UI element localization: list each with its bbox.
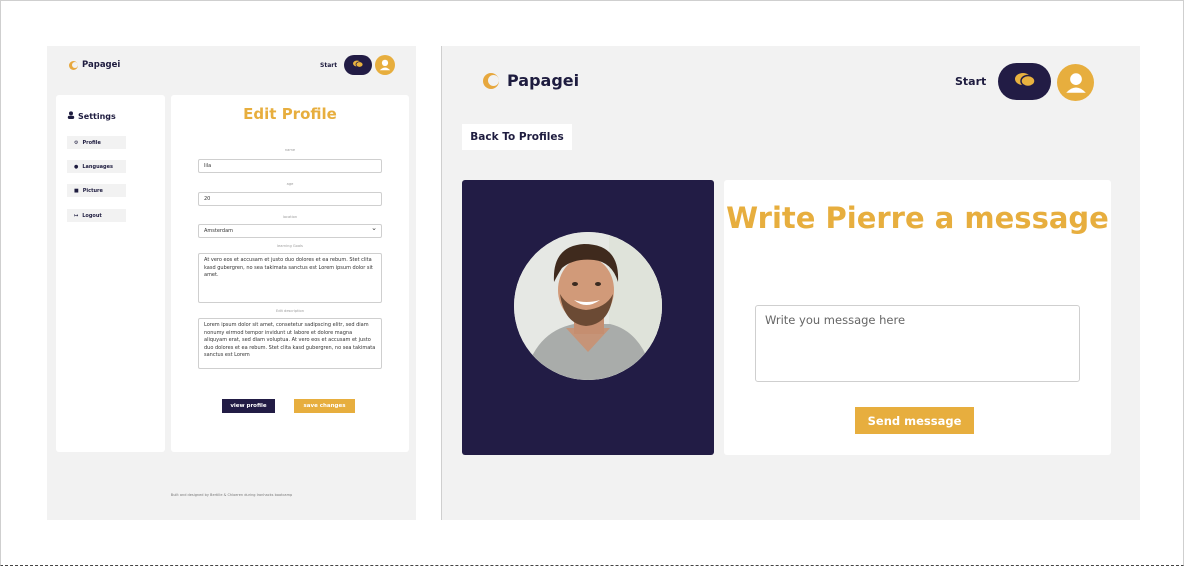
settings-title: Settings [67, 111, 116, 121]
chat-bubbles-icon [353, 60, 364, 70]
chat-bubbles-icon [1014, 72, 1036, 91]
name-label: name [284, 148, 296, 152]
name-field[interactable]: lila [198, 159, 382, 173]
sidebar-item-label: Profile [82, 139, 101, 146]
view-profile-button[interactable]: view profile [222, 399, 275, 413]
sidebar-item-profile[interactable]: ⚙ Profile [67, 136, 126, 149]
age-field[interactable]: 20 [198, 192, 382, 206]
edit-description-label: Edit description [275, 309, 305, 313]
age-label: age [286, 182, 294, 186]
edit-description-textarea[interactable]: Lorem ipsum dolor sit amet, consetetur s… [198, 318, 382, 369]
sidebar-item-label: Languages [82, 163, 113, 170]
brand-logo[interactable]: Papagei [483, 71, 579, 90]
sidebar-item-languages[interactable]: ● Languages [67, 160, 126, 173]
footer-credits: Built and designed by Bertille & Chloere… [170, 493, 293, 497]
save-changes-button[interactable]: save changes [294, 399, 355, 413]
user-avatar-icon[interactable] [375, 55, 395, 75]
learning-goals-label: learning Goals [277, 244, 303, 248]
screenshot-frame: Papagei Start Settings ⚙ Profile ● Langu… [0, 0, 1184, 566]
sidebar-item-label: Picture [82, 187, 103, 194]
sidebar-item-label: Logout [82, 212, 102, 219]
user-icon [67, 111, 75, 121]
camera-icon: ■ [74, 187, 79, 194]
chat-bubbles-icon: ● [74, 163, 79, 170]
nav-start-link[interactable]: Start [320, 62, 337, 69]
sidebar-item-picture[interactable]: ■ Picture [67, 184, 126, 197]
brand-name: Papagei [82, 60, 121, 70]
send-message-button[interactable]: Send message [855, 407, 974, 434]
message-input[interactable] [755, 305, 1080, 382]
brand-logo[interactable]: Papagei [69, 60, 120, 70]
brand-name: Papagei [507, 71, 580, 90]
chat-button[interactable] [998, 63, 1051, 100]
profile-photo [514, 232, 662, 380]
user-avatar-icon[interactable] [1057, 64, 1094, 101]
back-to-profiles-button[interactable]: Back To Profiles [462, 124, 572, 150]
sidebar-item-logout[interactable]: ↦ Logout [67, 209, 126, 222]
write-message-page: Papagei Start Back To Profiles Write Pie… [442, 46, 1140, 520]
page-title: Edit Profile [243, 105, 337, 123]
logout-icon: ↦ [74, 212, 79, 219]
message-card: Write Pierre a message Send message [724, 180, 1111, 455]
edit-profile-form: Edit Profile name lila age 20 location A… [171, 95, 409, 452]
chat-button[interactable] [344, 55, 372, 75]
gear-icon: ⚙ [74, 139, 79, 146]
location-select[interactable]: Amsterdam [198, 224, 382, 238]
profile-photo-card [462, 180, 714, 455]
parrot-logo-icon [69, 60, 78, 70]
edit-profile-page: Papagei Start Settings ⚙ Profile ● Langu… [47, 46, 416, 520]
nav-start-link[interactable]: Start [955, 75, 986, 88]
settings-title-text: Settings [78, 111, 116, 121]
parrot-logo-icon [483, 72, 499, 89]
location-label: location [282, 215, 298, 219]
settings-sidebar: Settings ⚙ Profile ● Languages ■ Picture… [56, 95, 165, 452]
learning-goals-textarea[interactable]: At vero eos et accusam et justo duo dolo… [198, 253, 382, 303]
message-title: Write Pierre a message [726, 201, 1109, 235]
